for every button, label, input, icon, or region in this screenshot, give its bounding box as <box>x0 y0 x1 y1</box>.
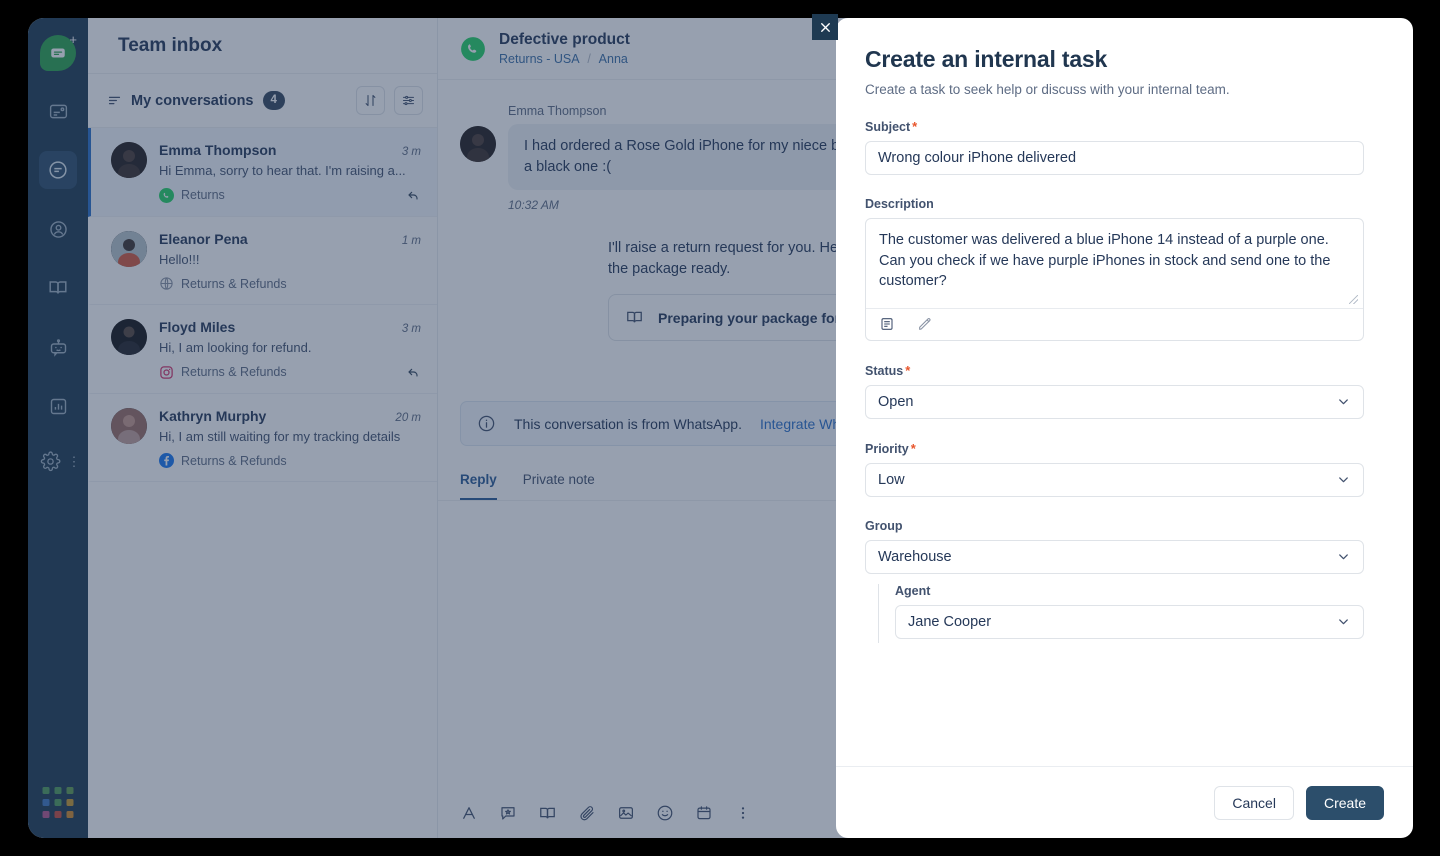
description-textarea[interactable]: The customer was delivered a blue iPhone… <box>866 219 1363 308</box>
close-panel-button[interactable] <box>812 14 838 40</box>
priority-label: Priority* <box>865 441 1364 456</box>
description-toolbar <box>866 308 1363 340</box>
screen: + <box>0 0 1440 856</box>
group-select[interactable]: Warehouse <box>865 540 1364 574</box>
description-wrapper: The customer was delivered a blue iPhone… <box>865 218 1364 341</box>
panel-footer: Cancel Create <box>836 766 1413 838</box>
agent-value: Jane Cooper <box>908 614 1336 630</box>
group-label: Group <box>865 519 1364 533</box>
cancel-button[interactable]: Cancel <box>1214 786 1294 820</box>
group-value: Warehouse <box>878 549 1336 565</box>
status-label: Status* <box>865 363 1364 378</box>
agent-label: Agent <box>895 584 1364 598</box>
description-field-group: Description The customer was delivered a… <box>865 197 1364 341</box>
task-form: Create an internal task Create a task to… <box>836 18 1413 766</box>
panel-subtitle: Create a task to seek help or discuss wi… <box>865 82 1364 97</box>
subject-label: Subject* <box>865 119 1364 134</box>
status-select[interactable]: Open <box>865 385 1364 419</box>
create-button[interactable]: Create <box>1306 786 1384 820</box>
chevron-down-icon <box>1336 394 1351 409</box>
chevron-down-icon <box>1336 614 1351 629</box>
resize-handle[interactable] <box>1349 295 1358 304</box>
chevron-down-icon <box>1336 549 1351 564</box>
status-value: Open <box>878 394 1336 410</box>
chevron-down-icon <box>1336 472 1351 487</box>
priority-field-group: Priority* Low <box>865 441 1364 497</box>
agent-select[interactable]: Jane Cooper <box>895 605 1364 639</box>
description-text: The customer was delivered a blue iPhone… <box>879 232 1330 289</box>
subject-label-text: Subject <box>865 120 910 134</box>
status-field-group: Status* Open <box>865 363 1364 419</box>
panel-title: Create an internal task <box>865 46 1364 73</box>
agent-field-group: Agent Jane Cooper <box>878 584 1364 643</box>
priority-select[interactable]: Low <box>865 463 1364 497</box>
status-label-text: Status <box>865 364 903 378</box>
priority-label-text: Priority <box>865 442 909 456</box>
group-field-group: Group Warehouse Agent Jane Cooper <box>865 519 1364 643</box>
description-label: Description <box>865 197 1364 211</box>
required-asterisk: * <box>912 119 917 134</box>
create-internal-task-panel: Create an internal task Create a task to… <box>836 18 1413 838</box>
required-asterisk: * <box>911 441 916 456</box>
required-asterisk: * <box>905 363 910 378</box>
canned-response-icon[interactable] <box>879 316 895 332</box>
close-icon <box>818 20 833 35</box>
priority-value: Low <box>878 472 1336 488</box>
subject-input[interactable]: Wrong colour iPhone delivered <box>865 141 1364 175</box>
highlighter-icon[interactable] <box>917 316 933 332</box>
subject-field-group: Subject* Wrong colour iPhone delivered <box>865 119 1364 175</box>
